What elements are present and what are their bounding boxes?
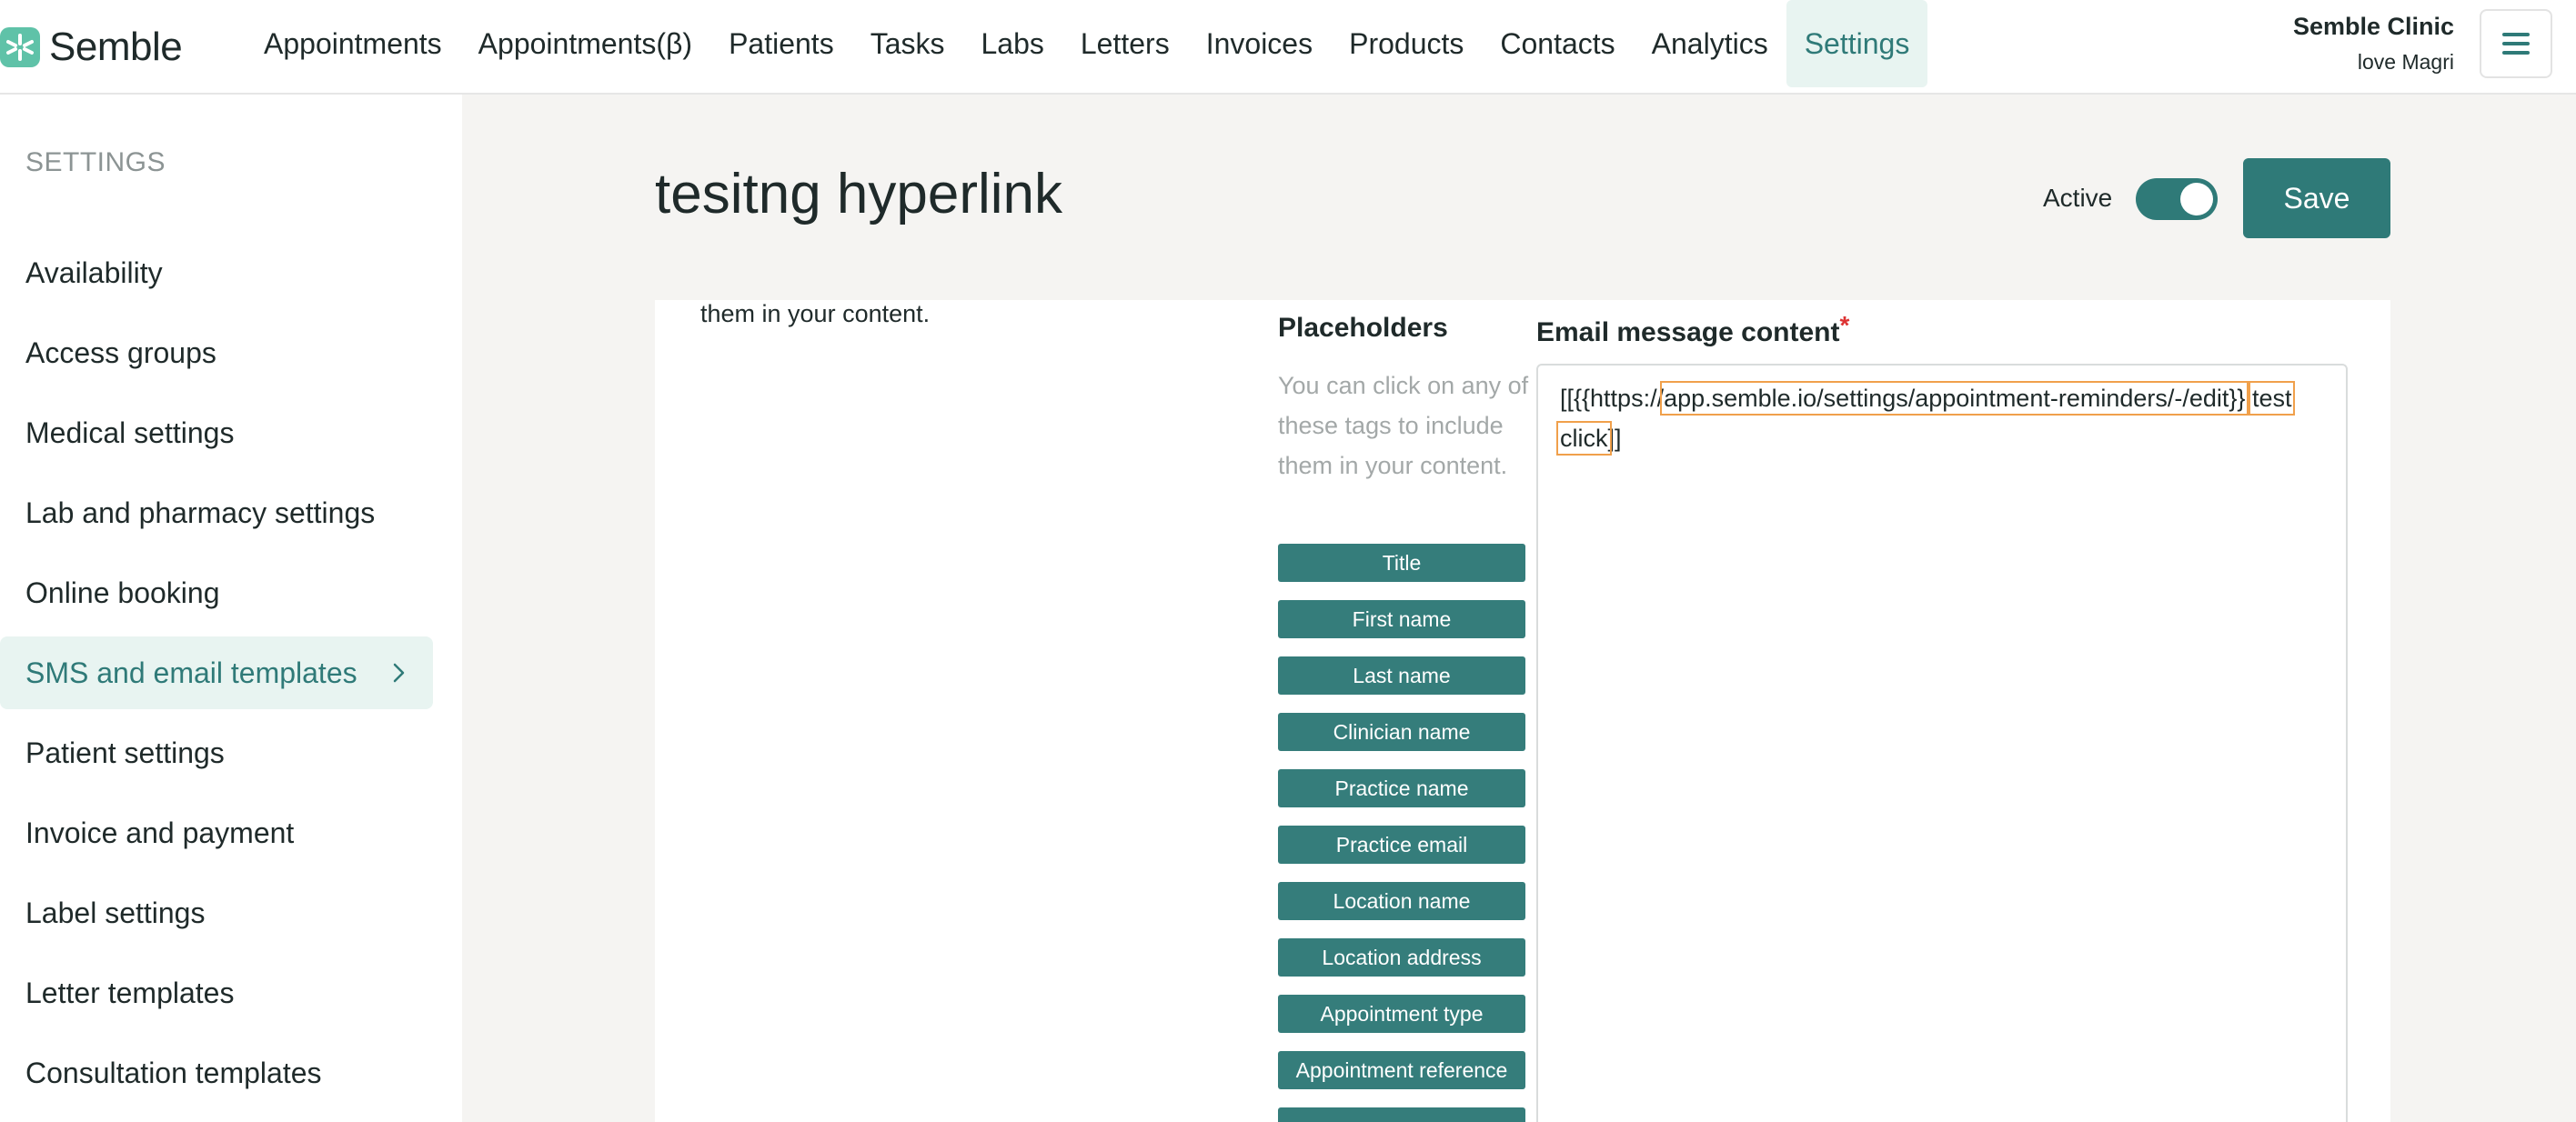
placeholder-first-name-button[interactable]: First name bbox=[1278, 600, 1525, 638]
placeholder-location-address-button[interactable]: Location address bbox=[1278, 938, 1525, 977]
sidebar-item-access-groups[interactable]: Access groups bbox=[0, 316, 433, 389]
active-toggle[interactable] bbox=[2136, 178, 2218, 220]
nav-tasks[interactable]: Tasks bbox=[852, 0, 963, 87]
sidebar-item-invoice-payment[interactable]: Invoice and payment bbox=[0, 796, 433, 869]
placeholder-location-name-button[interactable]: Location name bbox=[1278, 882, 1525, 920]
sidebar-item-letter-templates[interactable]: Letter templates bbox=[0, 957, 433, 1029]
nav-appointments[interactable]: Appointments bbox=[246, 0, 460, 87]
nav-contacts[interactable]: Contacts bbox=[1482, 0, 1633, 87]
sidebar-list: Availability Access groups Medical setti… bbox=[0, 236, 433, 1117]
sidebar-item-lab-pharmacy[interactable]: Lab and pharmacy settings bbox=[0, 476, 433, 549]
sidebar-item-availability[interactable]: Availability bbox=[0, 236, 433, 309]
placeholder-appointment-reference-button[interactable]: Appointment reference bbox=[1278, 1051, 1525, 1089]
clinic-info[interactable]: Semble Clinic love Magri bbox=[2293, 13, 2454, 75]
chevron-right-icon bbox=[393, 663, 405, 683]
sidebar-item-label: Label settings bbox=[25, 896, 206, 929]
highlighted-url: app.semble.io/settings/appointment-remin… bbox=[1660, 381, 2249, 416]
email-content-title: Email message content bbox=[1536, 317, 1840, 347]
clinic-name: Semble Clinic bbox=[2292, 13, 2454, 40]
active-label: Active bbox=[2043, 184, 2113, 212]
email-content-label: Email message content* bbox=[1536, 311, 1849, 348]
user-name: love Magri bbox=[2357, 50, 2454, 74]
sidebar-item-label: SMS and email templates bbox=[25, 656, 357, 689]
email-content-editor[interactable]: [[{{https://app.semble.io/settings/appoi… bbox=[1536, 364, 2348, 1122]
page-title: tesitng hyperlink bbox=[655, 163, 1063, 225]
sidebar-item-patient-settings[interactable]: Patient settings bbox=[0, 716, 433, 789]
sidebar-item-label: Patient settings bbox=[25, 736, 225, 769]
semble-logo-icon bbox=[0, 27, 40, 67]
hamburger-icon bbox=[2502, 33, 2530, 55]
nav-letters[interactable]: Letters bbox=[1062, 0, 1188, 87]
highlighted-word-click: click bbox=[1556, 421, 1612, 456]
nav-products[interactable]: Products bbox=[1331, 0, 1482, 87]
template-editor-card: them in your content. Placeholders You c… bbox=[655, 300, 2390, 1122]
nav-patients[interactable]: Patients bbox=[710, 0, 852, 87]
email-text-part: [[{{https:// bbox=[1560, 385, 1665, 412]
sidebar-item-label: Medical settings bbox=[25, 416, 235, 449]
hamburger-menu-button[interactable] bbox=[2480, 9, 2552, 78]
placeholder-last-name-button[interactable]: Last name bbox=[1278, 656, 1525, 695]
sidebar-heading: SETTINGS bbox=[25, 147, 166, 177]
sidebar-item-label: Letter templates bbox=[25, 976, 235, 1009]
nav-analytics[interactable]: Analytics bbox=[1634, 0, 1786, 87]
sidebar-item-label: Consultation templates bbox=[25, 1056, 322, 1089]
required-marker: * bbox=[1839, 311, 1850, 339]
placeholders-help: You can click on any of these tags to in… bbox=[1278, 372, 1529, 479]
email-text-part: ]] bbox=[1607, 425, 1622, 452]
highlighted-word-test: test bbox=[2248, 381, 2296, 416]
sidebar-item-label: Access groups bbox=[25, 336, 216, 369]
sidebar-item-sms-email-templates[interactable]: SMS and email templates bbox=[0, 636, 433, 709]
placeholder-practice-email-button[interactable]: Practice email bbox=[1278, 826, 1525, 864]
nav-invoices[interactable]: Invoices bbox=[1188, 0, 1331, 87]
nav-labs[interactable]: Labs bbox=[962, 0, 1062, 87]
sidebar-item-label: Invoice and payment bbox=[25, 816, 295, 849]
main-nav: Appointments Appointments(β) Patients Ta… bbox=[246, 0, 1928, 87]
settings-sidebar: SETTINGS Availability Access groups Medi… bbox=[0, 95, 462, 1122]
placeholder-practice-name-button[interactable]: Practice name bbox=[1278, 769, 1525, 807]
email-content-text[interactable]: [[{{https://app.semble.io/settings/appoi… bbox=[1556, 378, 2333, 458]
nav-settings[interactable]: Settings bbox=[1786, 0, 1928, 87]
nav-appointments-beta[interactable]: Appointments(β) bbox=[460, 0, 710, 87]
intro-text: them in your content. bbox=[700, 300, 931, 327]
logo-text: Semble bbox=[49, 25, 183, 69]
sidebar-item-online-booking[interactable]: Online booking bbox=[0, 556, 433, 629]
save-button[interactable]: Save bbox=[2243, 158, 2390, 238]
email-text-part: . bbox=[2245, 385, 2252, 412]
top-navigation-bar: Semble Appointments Appointments(β) Pati… bbox=[0, 0, 2576, 95]
placeholder-appointment-type-button[interactable]: Appointment type bbox=[1278, 995, 1525, 1033]
placeholder-list: Title First name Last name Clinician nam… bbox=[1278, 544, 1525, 1122]
sidebar-item-label: Availability bbox=[25, 255, 163, 289]
placeholder-more-button[interactable] bbox=[1278, 1107, 1525, 1122]
sidebar-item-label: Lab and pharmacy settings bbox=[25, 496, 376, 529]
placeholder-clinician-name-button[interactable]: Clinician name bbox=[1278, 713, 1525, 751]
sidebar-item-consultation-templates[interactable]: Consultation templates bbox=[0, 1037, 433, 1109]
placeholders-title: Placeholders bbox=[1278, 313, 1448, 343]
sidebar-item-medical-settings[interactable]: Medical settings bbox=[0, 396, 433, 469]
sidebar-item-label-settings[interactable]: Label settings bbox=[0, 877, 433, 949]
sidebar-item-label: Online booking bbox=[25, 576, 220, 609]
toggle-knob bbox=[2180, 183, 2213, 215]
placeholder-title-button[interactable]: Title bbox=[1278, 544, 1525, 582]
semble-logo[interactable]: Semble bbox=[0, 22, 183, 73]
